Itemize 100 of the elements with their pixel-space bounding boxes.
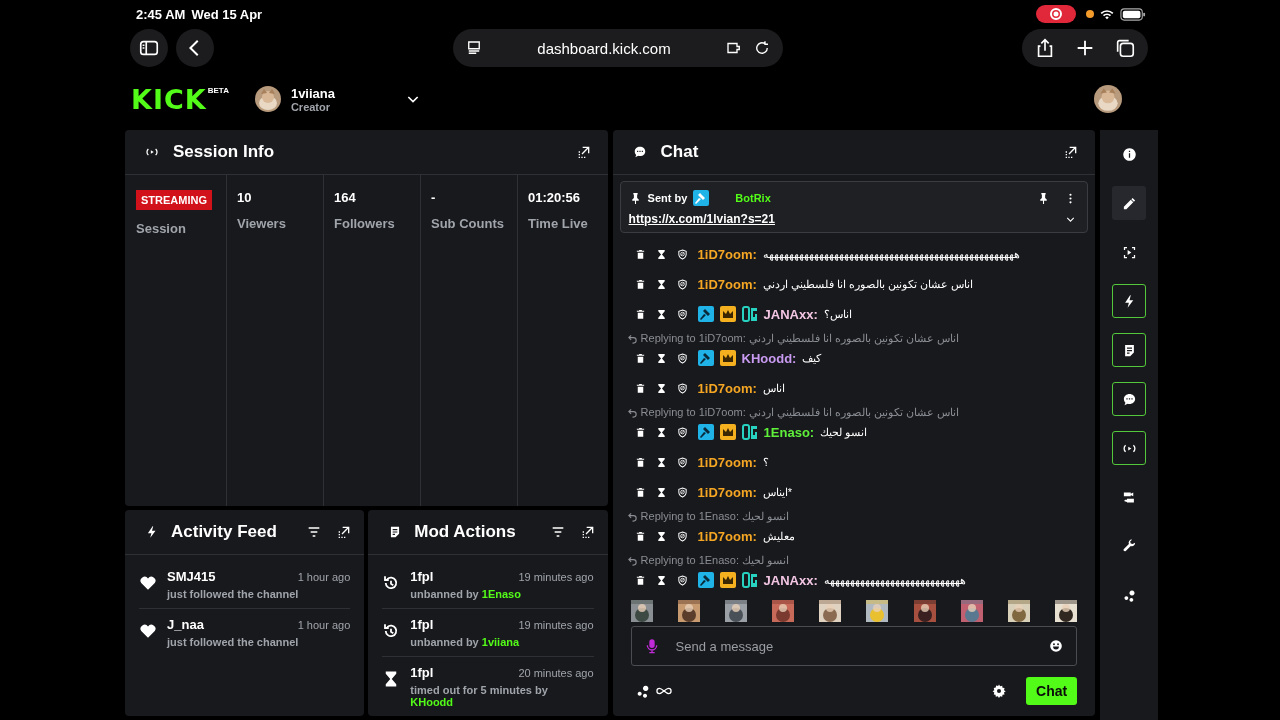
ban-shield-icon[interactable] xyxy=(676,530,688,542)
ban-shield-icon[interactable] xyxy=(676,486,688,498)
page-menu-icon[interactable] xyxy=(465,39,483,57)
emblem-badge xyxy=(741,306,758,322)
send-chat-button[interactable]: Chat xyxy=(1026,677,1078,705)
trash-icon[interactable] xyxy=(634,574,646,586)
sidebar-button[interactable] xyxy=(1112,186,1147,220)
message-text: انسو لحيك xyxy=(820,425,868,439)
url-text: dashboard.kick.com xyxy=(536,39,672,57)
stat-label: Followers xyxy=(334,215,396,232)
stat-label: Sub Counts xyxy=(431,215,505,232)
panel-title: Chat xyxy=(660,142,699,162)
mod-action-text: unbanned by 1viiana xyxy=(410,636,521,648)
hourglass-icon[interactable] xyxy=(655,352,667,364)
ban-shield-icon[interactable] xyxy=(676,574,688,586)
gavel-badge xyxy=(697,306,714,322)
mod-action-text: timed out for 5 minutes by KHoodd xyxy=(410,684,549,708)
hourglass-icon[interactable] xyxy=(655,456,667,468)
username[interactable]: 1fpl xyxy=(410,665,434,680)
chat-bubble-icon xyxy=(1121,391,1137,407)
username[interactable]: 1iD7oom: xyxy=(697,528,757,544)
ban-shield-icon[interactable] xyxy=(676,248,688,260)
trash-icon[interactable] xyxy=(634,352,646,364)
reload-icon[interactable] xyxy=(753,39,771,57)
trash-icon[interactable] xyxy=(634,382,646,394)
mod-action-text: unbanned by 1Enaso xyxy=(410,588,522,600)
hourglass-icon[interactable] xyxy=(655,426,667,438)
hourglass-icon[interactable] xyxy=(655,308,667,320)
hourglass-icon[interactable] xyxy=(655,530,667,542)
address-bar[interactable]: dashboard.kick.com xyxy=(453,29,783,67)
username[interactable]: 1iD7oom: xyxy=(697,246,757,262)
hourglass-icon[interactable] xyxy=(655,574,667,586)
ban-shield-icon[interactable] xyxy=(676,352,688,364)
beta-tag: BETA xyxy=(207,85,229,95)
trash-icon[interactable] xyxy=(634,278,646,290)
trash-icon[interactable] xyxy=(634,308,646,320)
sidebar-button[interactable] xyxy=(1112,284,1147,318)
pinned-label: Sent by xyxy=(647,192,688,204)
emblem-badge xyxy=(741,572,758,588)
battery-icon xyxy=(1120,7,1146,21)
stat-label: Session xyxy=(136,220,187,237)
crown-badge xyxy=(719,306,736,322)
username[interactable]: 1iD7oom: xyxy=(697,454,757,470)
username[interactable]: 1iD7oom: xyxy=(697,484,757,500)
username[interactable]: 1fpl xyxy=(410,617,434,632)
status-date: Wed 15 Apr xyxy=(191,6,263,22)
streaming-badge: STREAMING xyxy=(136,190,212,210)
username[interactable]: KHoodd: xyxy=(741,350,797,366)
stat-label: Viewers xyxy=(237,215,287,232)
trash-icon[interactable] xyxy=(634,456,646,468)
trash-icon[interactable] xyxy=(634,530,646,542)
ban-shield-icon[interactable] xyxy=(676,308,688,320)
username[interactable]: J_naa xyxy=(167,617,204,632)
trash-icon[interactable] xyxy=(634,426,646,438)
message-text: ؟ xyxy=(762,455,769,469)
username[interactable]: 1Enaso: xyxy=(763,424,815,440)
stat-value: 164 xyxy=(334,190,357,205)
ban-shield-icon[interactable] xyxy=(676,456,688,468)
infinity-icon[interactable] xyxy=(654,686,673,696)
message-text: اناس عشان تكونين بالصوره انا فلسطيني اردني xyxy=(762,277,974,291)
username[interactable]: 1iD7oom: xyxy=(697,380,757,396)
back-button[interactable] xyxy=(176,29,214,67)
username[interactable]: BotRix xyxy=(735,192,771,204)
username[interactable]: SMJ415 xyxy=(167,569,216,584)
hourglass-icon[interactable] xyxy=(655,278,667,290)
settings-icon[interactable] xyxy=(992,684,1007,698)
stat-value: - xyxy=(431,190,437,205)
ban-shield-icon[interactable] xyxy=(676,426,688,438)
sidebar-button[interactable] xyxy=(1112,382,1147,416)
chat-bubble-icon xyxy=(632,145,647,159)
hourglass-icon[interactable] xyxy=(655,382,667,394)
gavel-badge xyxy=(693,190,710,206)
trash-icon[interactable] xyxy=(634,486,646,498)
ban-shield-icon[interactable] xyxy=(676,278,688,290)
message-input-field[interactable]: Send a message xyxy=(630,626,1078,666)
sidebar-button[interactable] xyxy=(1112,431,1147,465)
pinned-link[interactable]: https://x.com/1lvian?s=21 xyxy=(628,212,775,226)
reply-icon xyxy=(626,406,638,418)
kick-logo[interactable]: KICK xyxy=(131,85,207,113)
username[interactable]: 1iD7oom: xyxy=(697,276,757,292)
tabs-icon xyxy=(1114,37,1136,59)
panel-title: Activity Feed xyxy=(171,522,277,542)
hourglass-icon[interactable] xyxy=(655,486,667,498)
sidebar-button[interactable] xyxy=(1112,333,1147,367)
emblem-badge xyxy=(741,424,758,440)
trash-icon[interactable] xyxy=(634,248,646,260)
wrench-icon xyxy=(1121,538,1137,554)
message-text: هههههههههههههههههههههههههههه xyxy=(823,573,966,587)
message-text: كيف xyxy=(802,351,822,365)
message-text: ههههههههههههههههههههههههههههههههههههههههههههههههههه xyxy=(762,247,1020,261)
emoji-icon[interactable] xyxy=(1049,639,1064,653)
reply-icon xyxy=(626,510,638,522)
message-text: *ايناس xyxy=(762,485,793,499)
username[interactable]: 1fpl xyxy=(410,569,434,584)
username[interactable]: JANAxx: xyxy=(763,572,818,588)
hourglass-icon[interactable] xyxy=(655,248,667,260)
ban-shield-icon[interactable] xyxy=(676,382,688,394)
stat-value: 10 xyxy=(237,190,253,205)
username[interactable]: JANAxx: xyxy=(763,306,818,322)
sidebar-toggle-button[interactable] xyxy=(130,29,168,67)
